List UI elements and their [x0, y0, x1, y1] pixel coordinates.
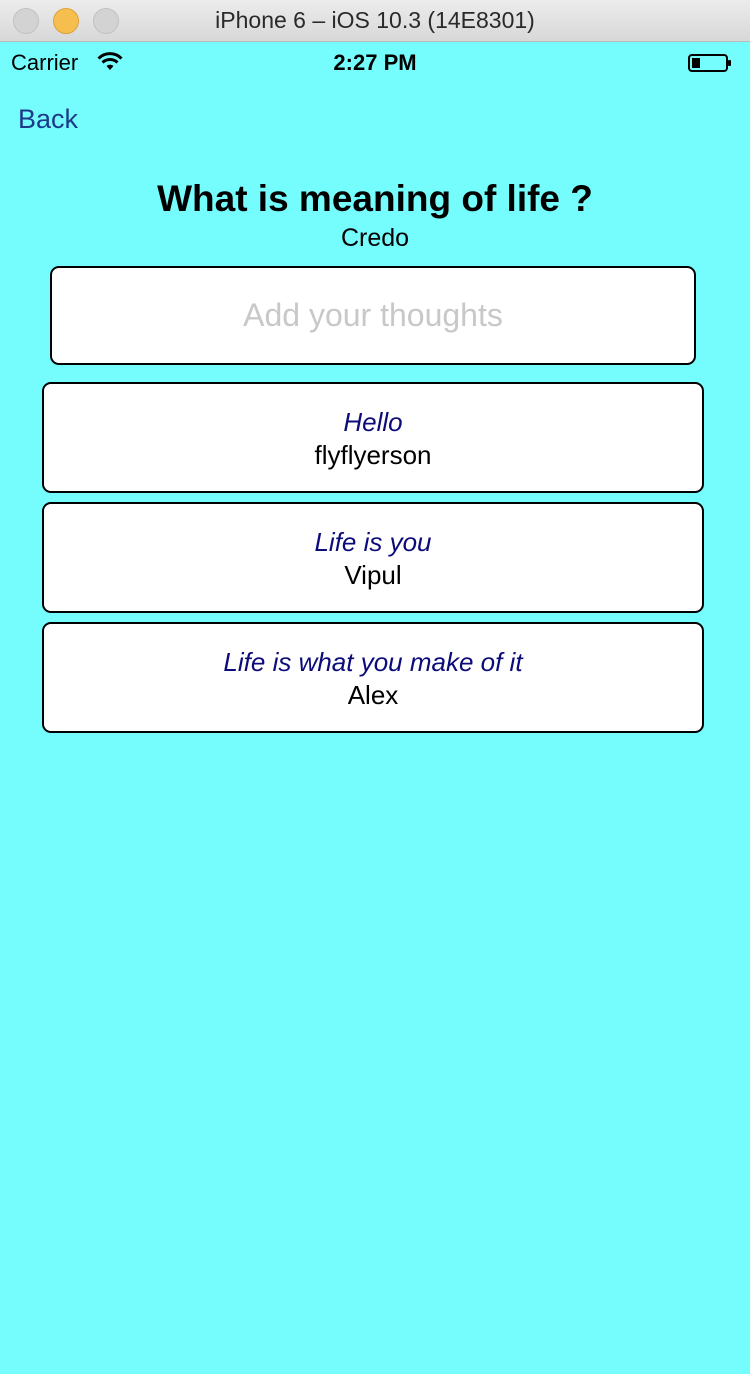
answers-list: Hello flyflyerson Life is you Vipul Life… — [42, 382, 704, 742]
status-bar: Carrier 2:27 PM — [0, 42, 750, 82]
answer-text: Life is you — [314, 527, 432, 557]
answer-author: Vipul — [344, 560, 402, 590]
status-time: 2:27 PM — [333, 50, 417, 75]
back-button[interactable]: Back — [18, 104, 78, 135]
answer-card[interactable]: Life is you Vipul — [42, 502, 704, 613]
answer-card[interactable]: Hello flyflyerson — [42, 382, 704, 493]
answer-text: Hello — [343, 407, 403, 437]
thoughts-input[interactable] — [50, 266, 696, 365]
simulator-title-bar: iPhone 6 – iOS 10.3 (14E8301) — [0, 0, 750, 42]
device-screen: Carrier 2:27 PM Back What is meaning of … — [0, 42, 750, 1374]
answer-author: Alex — [347, 680, 399, 710]
battery-icon — [688, 54, 731, 72]
question-title: What is meaning of life ? — [157, 178, 593, 219]
answer-card[interactable]: Life is what you make of it Alex — [42, 622, 704, 733]
answer-text: Life is what you make of it — [223, 647, 523, 677]
window-title: iPhone 6 – iOS 10.3 (14E8301) — [215, 7, 535, 33]
answer-author: flyflyerson — [314, 440, 432, 470]
question-asker: Credo — [340, 224, 410, 252]
